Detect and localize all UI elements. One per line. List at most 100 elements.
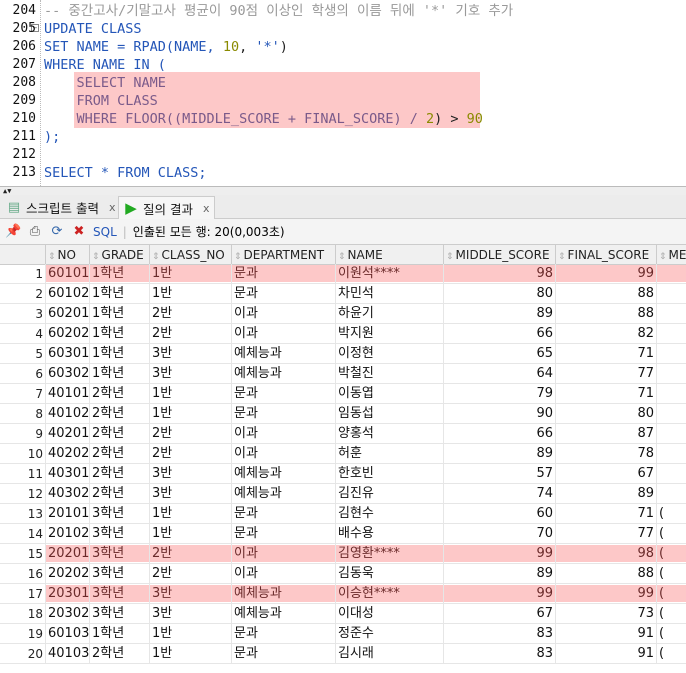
table-row[interactable]: 10 40202 2학년 2반 이과 허훈 89 78 xyxy=(0,444,686,464)
cell-middle_score[interactable]: 79 xyxy=(444,384,556,404)
pin-icon[interactable]: 📌 xyxy=(5,224,21,240)
close-icon[interactable]: x xyxy=(109,201,116,214)
cell-department[interactable]: 문과 xyxy=(232,524,336,544)
sql-editor[interactable]: − 204 -- 중간고사/기말고사 평균이 90점 이상인 학생의 이름 뒤에 … xyxy=(0,0,686,187)
sort-icon[interactable]: ⇕ xyxy=(48,252,56,262)
table-row[interactable]: 16 20202 3학년 2반 이과 김동욱 89 88( xyxy=(0,564,686,584)
cell-name[interactable]: 박철진 xyxy=(336,364,444,384)
cell-name[interactable]: 한호빈 xyxy=(336,464,444,484)
cell-final_score[interactable]: 88 xyxy=(556,304,657,324)
table-row[interactable]: 2 60102 1학년 1반 문과 차민석 80 88 xyxy=(0,284,686,304)
cell-grade[interactable]: 3학년 xyxy=(90,584,150,604)
table-row[interactable]: 3 60201 1학년 2반 이과 하윤기 89 88 xyxy=(0,304,686,324)
cell-grade[interactable]: 3학년 xyxy=(90,504,150,524)
cell-class_no[interactable]: 2반 xyxy=(150,444,232,464)
cell-middle_score[interactable]: 70 xyxy=(444,524,556,544)
cell-middle_score[interactable]: 60 xyxy=(444,504,556,524)
cell-me[interactable] xyxy=(657,424,686,444)
cell-class_no[interactable]: 1반 xyxy=(150,504,232,524)
cell-me[interactable] xyxy=(657,484,686,504)
cell-final_score[interactable]: 88 xyxy=(556,284,657,304)
cell-middle_score[interactable]: 64 xyxy=(444,364,556,384)
table-row[interactable]: 17 20301 3학년 3반 예체능과 이승현**** 99 99( xyxy=(0,584,686,604)
sort-icon[interactable]: ⇕ xyxy=(446,252,454,262)
cell-middle_score[interactable]: 89 xyxy=(444,444,556,464)
cell-me[interactable]: ( xyxy=(657,624,686,644)
cell-me[interactable] xyxy=(657,364,686,384)
cell-name[interactable]: 이정현 xyxy=(336,344,444,364)
cell-no[interactable]: 60302 xyxy=(46,364,90,384)
cell-no[interactable]: 20301 xyxy=(46,584,90,604)
cell-class_no[interactable]: 1반 xyxy=(150,624,232,644)
cell-class_no[interactable]: 2반 xyxy=(150,304,232,324)
cell-department[interactable]: 문과 xyxy=(232,384,336,404)
cell-name[interactable]: 이원석**** xyxy=(336,264,444,284)
cell-grade[interactable]: 2학년 xyxy=(90,444,150,464)
table-row[interactable]: 20 40103 2학년 1반 문과 김시래 83 91( xyxy=(0,644,686,664)
cell-middle_score[interactable]: 90 xyxy=(444,404,556,424)
cell-final_score[interactable]: 77 xyxy=(556,364,657,384)
cell-no[interactable]: 40301 xyxy=(46,464,90,484)
cell-me[interactable] xyxy=(657,444,686,464)
cell-name[interactable]: 차민석 xyxy=(336,284,444,304)
sort-icon[interactable]: ⇕ xyxy=(92,252,100,262)
cell-name[interactable]: 김시래 xyxy=(336,644,444,664)
cell-grade[interactable]: 2학년 xyxy=(90,424,150,444)
cell-class_no[interactable]: 1반 xyxy=(150,384,232,404)
cell-name[interactable]: 김진유 xyxy=(336,484,444,504)
column-header-middle_score[interactable]: ⇕ MIDDLE_SCORE xyxy=(444,245,556,265)
cell-final_score[interactable]: 91 xyxy=(556,644,657,664)
sort-icon[interactable]: ⇕ xyxy=(152,252,160,262)
cell-grade[interactable]: 2학년 xyxy=(90,464,150,484)
sort-icon[interactable]: ⇕ xyxy=(338,252,346,262)
cell-class_no[interactable]: 1반 xyxy=(150,524,232,544)
cell-grade[interactable]: 3학년 xyxy=(90,544,150,564)
cell-grade[interactable]: 2학년 xyxy=(90,404,150,424)
cell-me[interactable] xyxy=(657,384,686,404)
cell-final_score[interactable]: 82 xyxy=(556,324,657,344)
cell-department[interactable]: 문과 xyxy=(232,284,336,304)
cell-name[interactable]: 양홍석 xyxy=(336,424,444,444)
table-row[interactable]: 14 20102 3학년 1반 문과 배수용 70 77( xyxy=(0,524,686,544)
cell-grade[interactable]: 1학년 xyxy=(90,284,150,304)
table-row[interactable]: 7 40101 2학년 1반 문과 이동엽 79 71 xyxy=(0,384,686,404)
cell-no[interactable]: 60202 xyxy=(46,324,90,344)
cell-name[interactable]: 박지원 xyxy=(336,324,444,344)
table-row[interactable]: 4 60202 1학년 2반 이과 박지원 66 82 xyxy=(0,324,686,344)
cell-class_no[interactable]: 1반 xyxy=(150,404,232,424)
cell-grade[interactable]: 3학년 xyxy=(90,604,150,624)
splitter-handle[interactable]: ▲▼ xyxy=(0,187,686,195)
cell-middle_score[interactable]: 99 xyxy=(444,544,556,564)
sql-button[interactable]: SQL xyxy=(93,225,117,239)
cell-department[interactable]: 문과 xyxy=(232,264,336,284)
cell-class_no[interactable]: 3반 xyxy=(150,464,232,484)
cell-middle_score[interactable]: 83 xyxy=(444,644,556,664)
cell-grade[interactable]: 1학년 xyxy=(90,624,150,644)
column-header-name[interactable]: ⇕ NAME xyxy=(336,245,444,265)
cell-final_score[interactable]: 78 xyxy=(556,444,657,464)
cell-final_score[interactable]: 71 xyxy=(556,344,657,364)
cell-no[interactable]: 20202 xyxy=(46,564,90,584)
print-icon[interactable]: ⎙ xyxy=(27,224,43,240)
cell-class_no[interactable]: 2반 xyxy=(150,324,232,344)
cell-final_score[interactable]: 71 xyxy=(556,384,657,404)
cell-final_score[interactable]: 80 xyxy=(556,404,657,424)
sort-icon[interactable]: ⇕ xyxy=(558,252,566,262)
sort-icon[interactable]: ⇕ xyxy=(659,252,667,262)
cell-final_score[interactable]: 91 xyxy=(556,624,657,644)
cell-no[interactable]: 60103 xyxy=(46,624,90,644)
cell-name[interactable]: 하윤기 xyxy=(336,304,444,324)
cell-middle_score[interactable]: 67 xyxy=(444,604,556,624)
cell-department[interactable]: 예체능과 xyxy=(232,604,336,624)
cell-middle_score[interactable]: 66 xyxy=(444,424,556,444)
cell-final_score[interactable]: 77 xyxy=(556,524,657,544)
cell-name[interactable]: 배수용 xyxy=(336,524,444,544)
cell-final_score[interactable]: 87 xyxy=(556,424,657,444)
cell-middle_score[interactable]: 74 xyxy=(444,484,556,504)
cell-class_no[interactable]: 3반 xyxy=(150,584,232,604)
tab-script-output[interactable]: ▤ 스크립트 출력 x xyxy=(2,196,120,219)
cell-middle_score[interactable]: 66 xyxy=(444,324,556,344)
cell-me[interactable]: ( xyxy=(657,644,686,664)
cell-grade[interactable]: 2학년 xyxy=(90,484,150,504)
cell-department[interactable]: 예체능과 xyxy=(232,364,336,384)
